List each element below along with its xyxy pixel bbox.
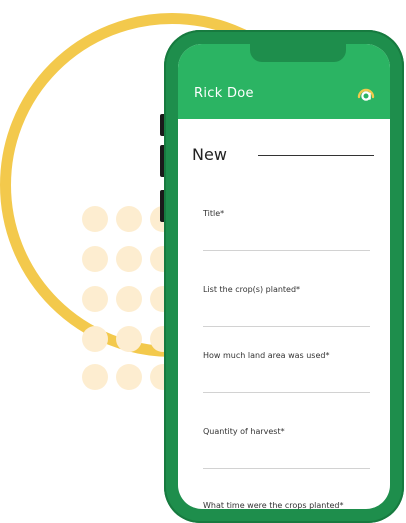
field-planting-time-label: What time were the crops planted* <box>203 501 344 509</box>
field-harvest-quantity-label: Quantity of harvest* <box>203 427 285 436</box>
field-planting-time: What time were the crops planted* <box>203 500 370 509</box>
phone-notch <box>250 44 346 62</box>
land-area-input[interactable] <box>203 382 370 393</box>
field-crops: List the crop(s) planted* <box>203 284 370 327</box>
field-title-label: Title* <box>203 209 225 218</box>
app-logo-icon[interactable] <box>356 83 376 103</box>
title-divider <box>258 155 374 156</box>
harvest-quantity-input[interactable] <box>203 458 370 469</box>
user-name: Rick Doe <box>194 86 254 101</box>
phone-frame: Rick Doe New Title* List the crop(s) pla… <box>164 30 404 523</box>
form-title: New <box>192 145 227 164</box>
field-crops-label: List the crop(s) planted* <box>203 285 301 294</box>
title-input[interactable] <box>203 240 370 251</box>
form-content: New Title* List the crop(s) planted* How… <box>178 119 390 509</box>
field-title: Title* <box>203 208 370 251</box>
crops-input[interactable] <box>203 316 370 327</box>
field-land-area: How much land area was used* <box>203 350 370 393</box>
field-harvest-quantity: Quantity of harvest* <box>203 426 370 469</box>
field-land-area-label: How much land area was used* <box>203 351 330 360</box>
phone-screen: Rick Doe New Title* List the crop(s) pla… <box>178 44 390 509</box>
